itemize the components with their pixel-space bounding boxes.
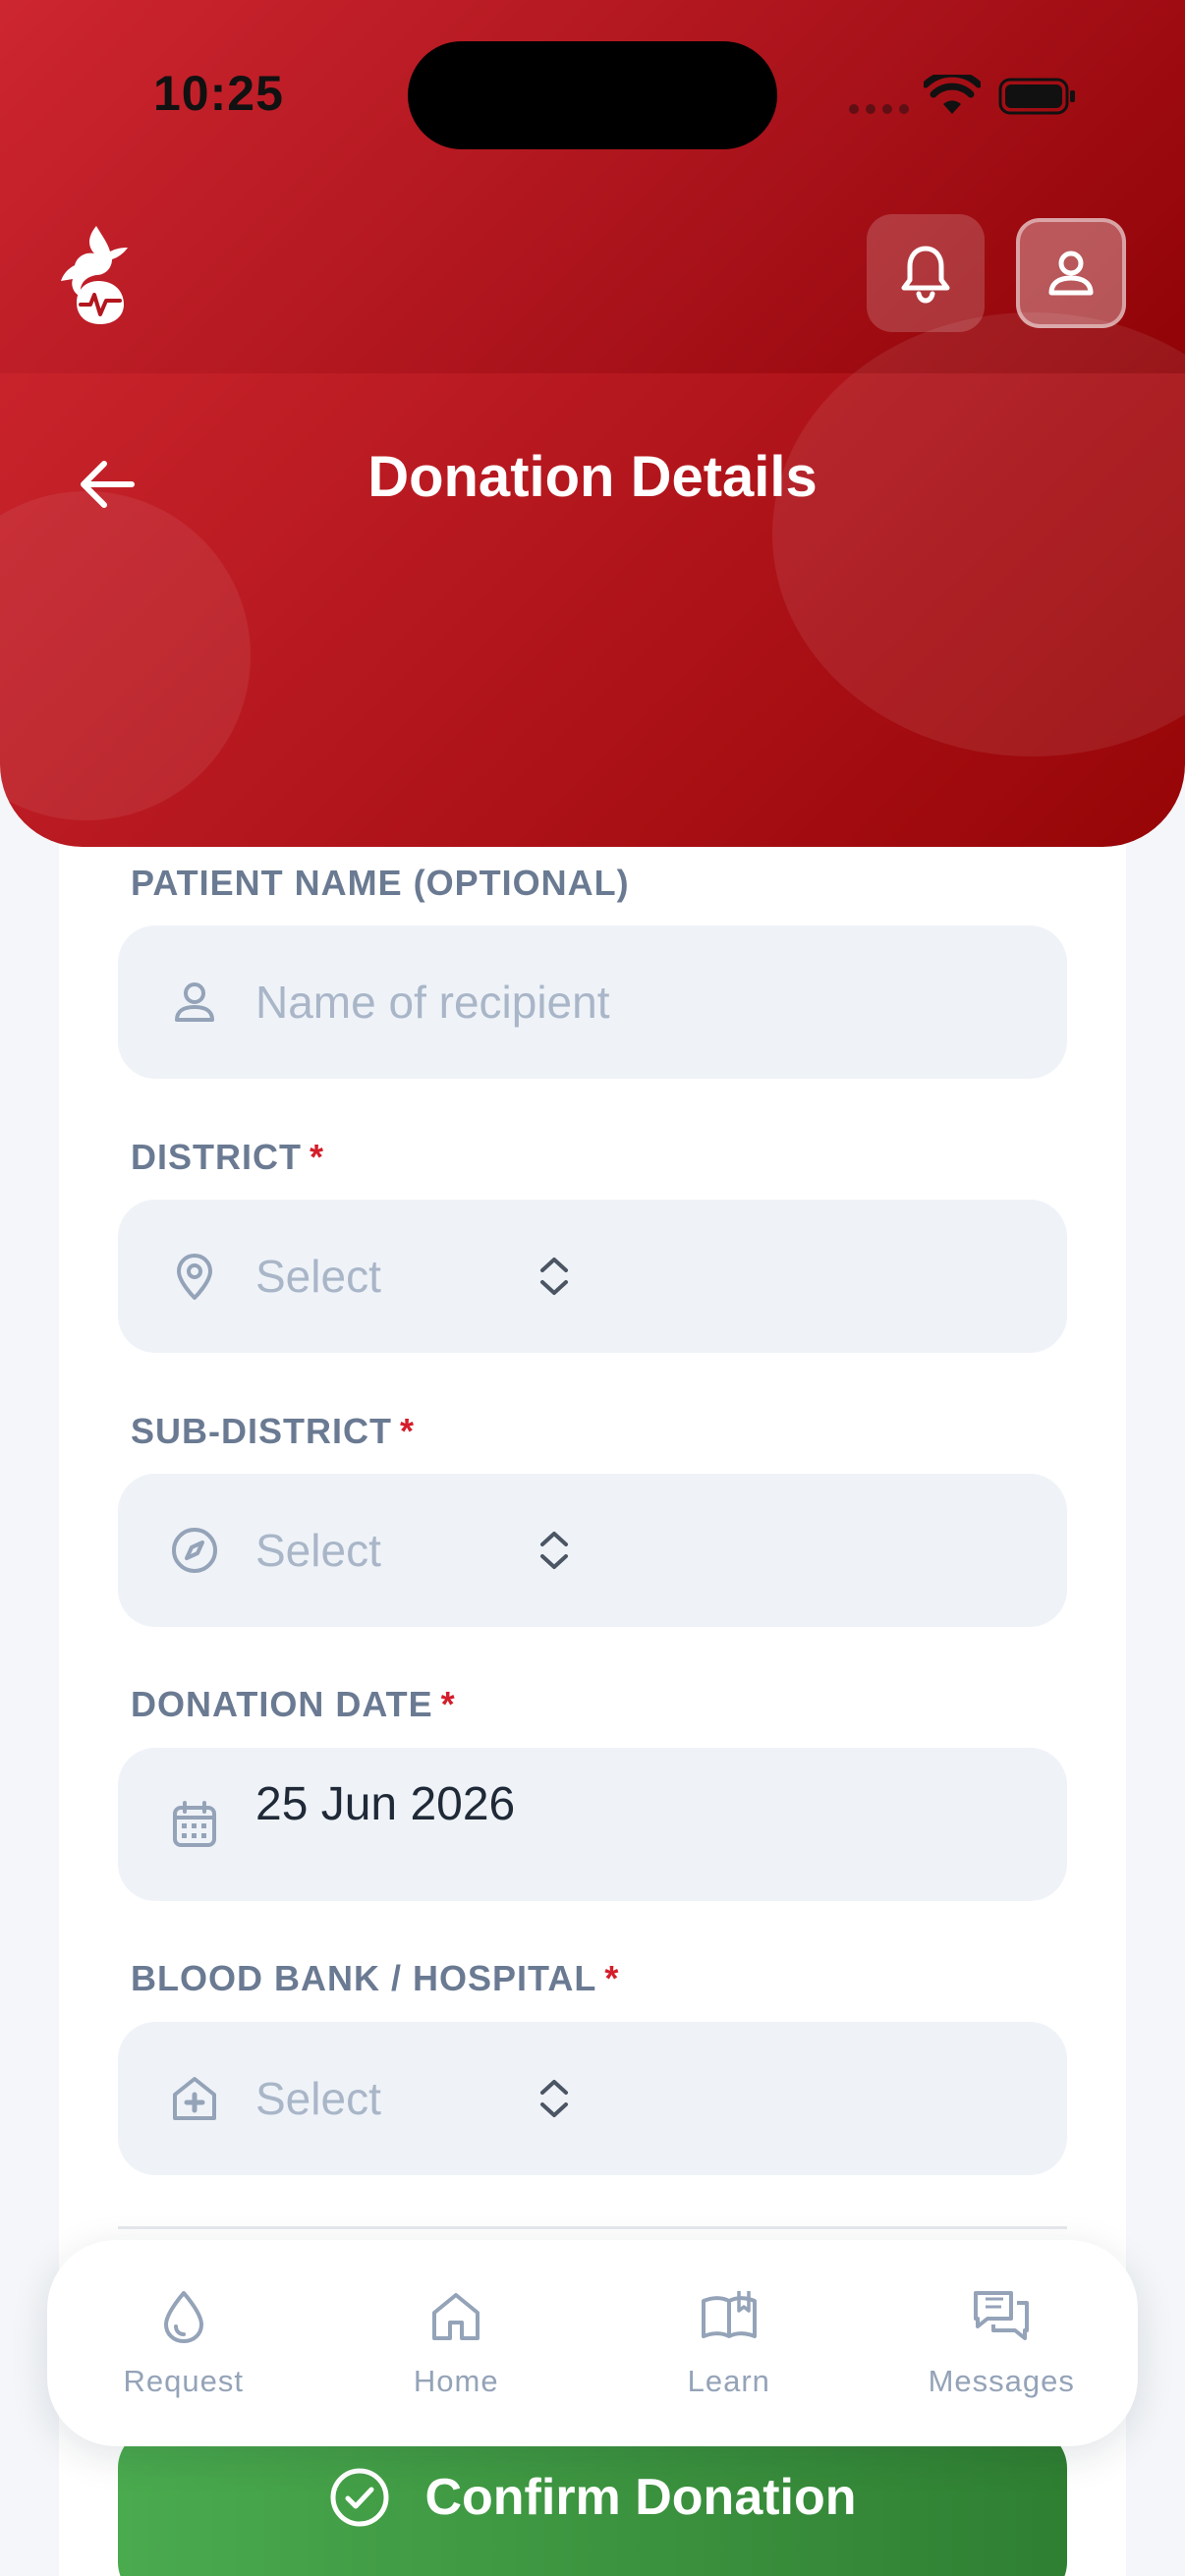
user-icon [1048,251,1094,296]
app-logo-icon [61,226,128,324]
drop-icon [163,2291,203,2343]
profile-button[interactable] [1016,218,1126,328]
patient-name-field[interactable] [118,925,1067,1079]
donation-date-value: 25 Jun 2026 [255,1778,516,1830]
book-icon [701,2291,757,2338]
page-title: Donation Details [367,445,818,509]
required-mark: * [400,1411,416,1451]
donation-date-field[interactable]: 25 Jun 2026 [118,1748,1067,1901]
header: 10:25 Donation Details [0,0,1185,847]
home-icon [432,2293,480,2340]
chat-icon [974,2291,1030,2340]
sub-district-select[interactable]: Select [118,1474,1067,1627]
notifications-button[interactable] [867,214,985,332]
battery-icon [998,78,1075,115]
nav-item-request[interactable]: Request [71,2287,297,2399]
decor-circle-left [0,491,251,820]
donation-date-label: DONATION DATE * [131,1684,456,1724]
user-icon [175,982,214,1022]
check-circle-icon [330,2468,389,2527]
confirm-donation-label: Confirm Donation [424,2469,857,2526]
required-mark: * [310,1137,325,1177]
sub-district-placeholder: Select [255,1525,381,1576]
nav-label: Request [123,2364,244,2398]
location-pin-icon [177,1254,212,1300]
nav-item-home[interactable]: Home [343,2287,569,2399]
patient-name-label: PATIENT NAME (OPTIONAL) [131,863,630,903]
chevron-up-down-icon [540,1532,568,1569]
bottom-nav: Request Home Learn Messages [47,2240,1138,2446]
screen: 10:25 Donation Details PATIENT NAME (OPT… [0,0,1185,2576]
blood-bank-select[interactable]: Select [118,2022,1067,2175]
required-mark: * [604,1958,620,1998]
decor-circle-right [772,312,1185,756]
chevron-up-down-icon [540,2080,568,2117]
signal-dots-icon [849,104,909,114]
status-time: 10:25 [153,66,284,121]
nav-item-messages[interactable]: Messages [888,2287,1114,2399]
wifi-icon [924,75,981,114]
nav-label: Home [413,2364,499,2398]
compass-icon [172,1528,217,1573]
nav-item-learn[interactable]: Learn [616,2287,842,2399]
hospital-icon [173,2077,216,2120]
blood-bank-placeholder: Select [255,2073,381,2124]
patient-name-input[interactable] [255,976,1022,1029]
district-label: DISTRICT * [131,1137,325,1177]
blood-bank-label: BLOOD BANK / HOSPITAL * [131,1958,620,1998]
dynamic-island [408,41,777,149]
nav-label: Messages [928,2364,1075,2398]
district-placeholder: Select [255,1251,381,1302]
required-mark: * [440,1684,456,1724]
calendar-icon [173,1801,216,1847]
bell-icon [901,246,950,304]
sub-district-label: SUB-DISTRICT * [131,1411,416,1451]
chevron-up-down-icon [540,1258,568,1295]
divider [118,2226,1067,2229]
nav-label: Learn [687,2364,770,2398]
confirm-donation-button[interactable]: Confirm Donation [118,2429,1067,2576]
district-select[interactable]: Select [118,1200,1067,1353]
